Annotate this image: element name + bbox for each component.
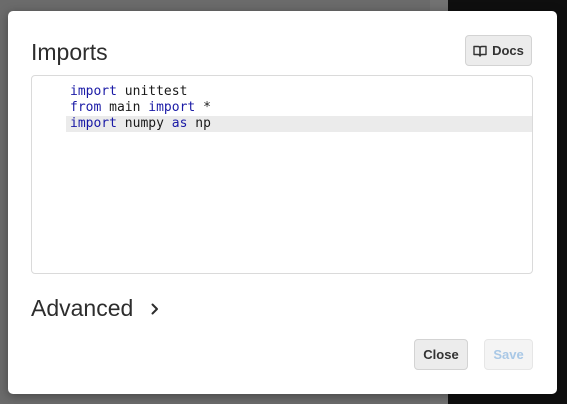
code-token: main xyxy=(101,100,149,115)
code-line-1: import unittest xyxy=(32,84,532,100)
docs-button[interactable]: Docs xyxy=(465,35,532,66)
code-token: import xyxy=(70,116,117,131)
imports-code-editor[interactable]: import unittest from main import * impor… xyxy=(31,75,533,274)
dialog-title: Imports xyxy=(31,39,108,65)
advanced-label: Advanced xyxy=(31,295,134,321)
code-token: as xyxy=(171,116,188,131)
book-open-icon xyxy=(473,45,487,57)
code-token: import xyxy=(148,100,196,115)
save-button[interactable]: Save xyxy=(484,339,533,370)
code-token: unittest xyxy=(116,84,188,99)
code-token: np xyxy=(187,116,211,131)
close-button[interactable]: Close xyxy=(414,339,468,370)
code-token: numpy xyxy=(116,116,172,131)
code-token: * xyxy=(195,100,211,115)
docs-button-label: Docs xyxy=(492,43,524,58)
code-token: from xyxy=(70,100,102,115)
advanced-toggle[interactable]: Advanced xyxy=(31,294,159,322)
code-line-2: from main import * xyxy=(32,100,532,116)
code-token: import xyxy=(70,84,117,99)
imports-dialog: Imports Docs import unittest from main i… xyxy=(8,11,557,394)
code-line-3-active: import numpy as np xyxy=(66,116,532,132)
chevron-right-icon xyxy=(151,301,159,315)
